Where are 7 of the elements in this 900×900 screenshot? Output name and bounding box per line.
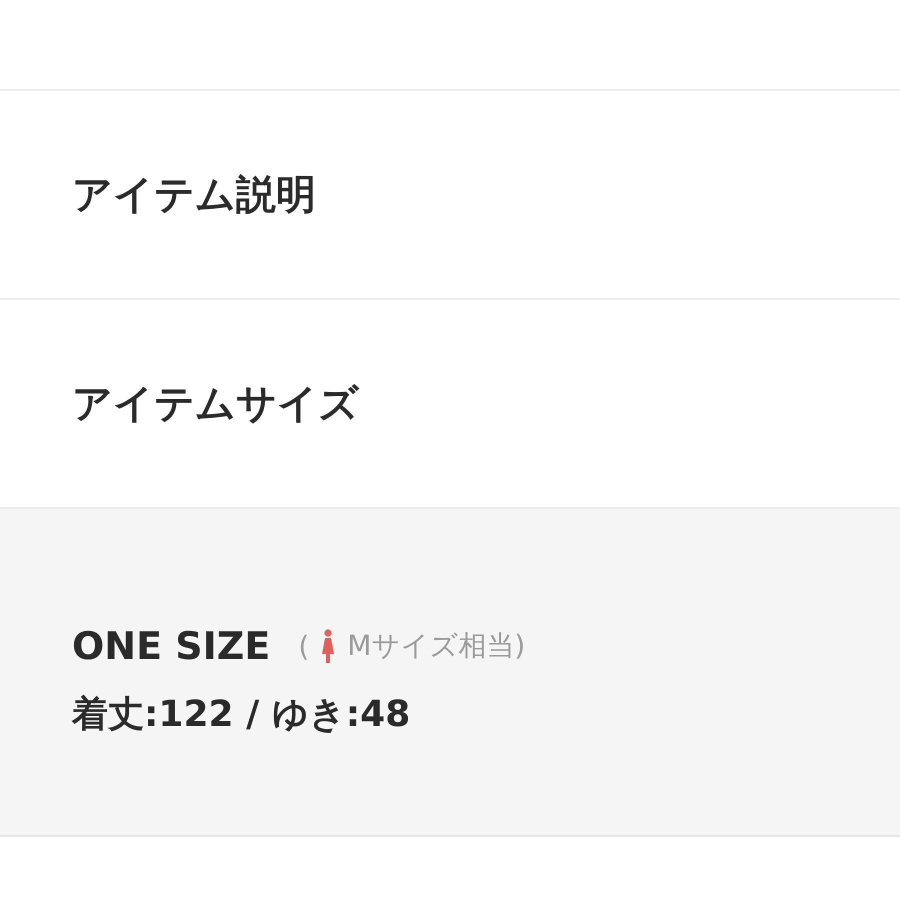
size-measurements: 着丈:122 / ゆき:48: [72, 693, 412, 737]
size-note-paren: (: [298, 630, 310, 662]
size-name: ONE SIZE: [72, 624, 270, 668]
woman-icon: [321, 629, 336, 663]
section-heading: アイテム説明: [72, 171, 316, 220]
section-heading: アイテムサイズ: [72, 380, 359, 429]
size-equivalent: Mサイズ相当): [347, 628, 526, 664]
